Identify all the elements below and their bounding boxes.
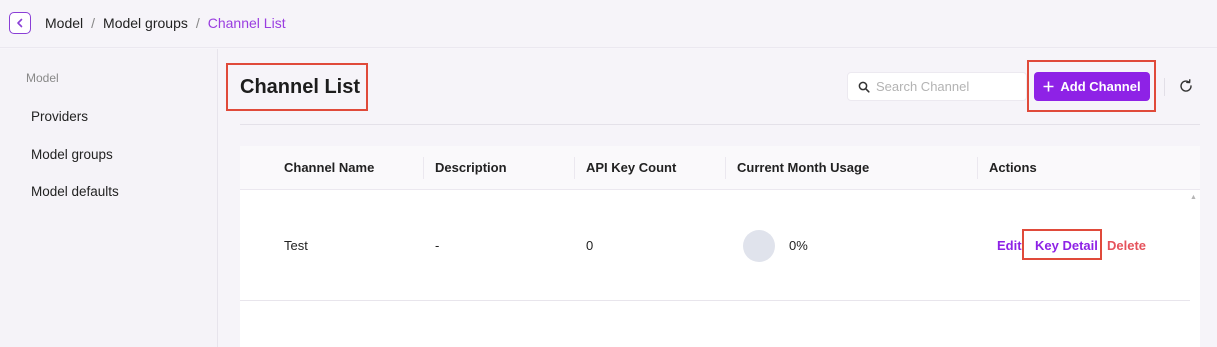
edit-link[interactable]: Edit [997, 238, 1022, 253]
sidebar-item-model-groups[interactable]: Model groups [31, 147, 113, 162]
column-header-actions: Actions [989, 160, 1037, 175]
key-detail-link[interactable]: Key Detail [1035, 238, 1098, 253]
column-header-current-month-usage: Current Month Usage [737, 160, 870, 175]
table-header: Channel Name Description API Key Count C… [240, 146, 1200, 190]
column-separator [725, 157, 726, 179]
channel-table: Channel Name Description API Key Count C… [240, 146, 1200, 347]
page-title: Channel List [240, 75, 361, 98]
sidebar-section-model: Model [26, 71, 59, 85]
cell-description: - [435, 238, 440, 253]
plus-icon [1043, 81, 1054, 92]
column-header-description: Description [435, 160, 507, 175]
cell-channel-name: Test [284, 238, 308, 253]
column-header-api-key-count: API Key Count [586, 160, 677, 175]
main-content: Channel List Add Channel Channel Name De… [218, 49, 1217, 347]
breadcrumb: Model / Model groups / Channel List [45, 15, 286, 31]
breadcrumb-channel-list: Channel List [207, 15, 286, 31]
page-title-highlight: Channel List [226, 63, 368, 111]
search-box[interactable] [847, 72, 1027, 101]
breadcrumb-model-groups[interactable]: Model groups [103, 15, 188, 31]
add-channel-button[interactable]: Add Channel [1034, 72, 1150, 101]
delete-link[interactable]: Delete [1107, 238, 1146, 253]
breadcrumb-separator: / [195, 15, 200, 31]
column-header-channel-name: Channel Name [284, 160, 375, 175]
refresh-icon[interactable] [1178, 78, 1194, 94]
add-channel-highlight: Add Channel [1027, 60, 1156, 112]
usage-progress-ring [743, 230, 775, 262]
column-separator [574, 157, 575, 179]
breadcrumb-model[interactable]: Model [45, 15, 83, 31]
table-row: Test - 0 0% Edit Key Detail Delete [240, 190, 1190, 301]
toolbar-divider [1164, 78, 1165, 96]
column-separator [423, 157, 424, 179]
cell-usage-percent: 0% [789, 238, 808, 253]
column-separator [977, 157, 978, 179]
add-channel-label: Add Channel [1060, 79, 1141, 94]
scroll-up-arrow-icon[interactable]: ▲ [1190, 194, 1197, 201]
chevron-left-icon [17, 18, 23, 28]
search-icon [858, 81, 870, 93]
sidebar: Model Providers Model groups Model defau… [0, 49, 218, 347]
back-button[interactable] [9, 12, 31, 34]
breadcrumb-separator: / [91, 15, 96, 31]
sidebar-item-model-defaults[interactable]: Model defaults [31, 184, 119, 199]
cell-api-key-count: 0 [586, 238, 594, 253]
top-bar: Model / Model groups / Channel List [0, 0, 1217, 48]
header-divider [240, 124, 1200, 125]
sidebar-item-providers[interactable]: Providers [31, 109, 88, 124]
search-input[interactable] [876, 79, 1016, 94]
